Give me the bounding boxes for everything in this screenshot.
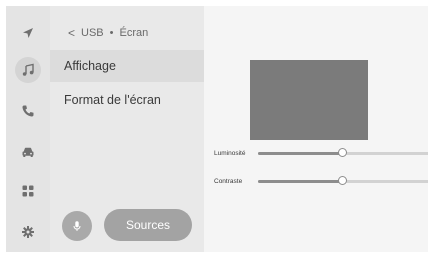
back-button[interactable]: < xyxy=(68,26,75,40)
music-icon xyxy=(22,63,34,76)
display-settings-panel: Luminosité Contraste xyxy=(204,6,428,252)
screen-preview xyxy=(250,60,368,140)
contrast-slider-handle[interactable] xyxy=(338,175,348,185)
menu-item-affichage[interactable]: Affichage xyxy=(50,50,204,82)
menu-item-format-ecran[interactable]: Format de l'écran xyxy=(50,84,204,116)
navigation-icon xyxy=(23,28,33,38)
phone-icon xyxy=(22,105,34,117)
breadcrumb: < USB • Écran xyxy=(68,26,148,40)
phone-button[interactable] xyxy=(15,98,41,124)
contrast-label: Contraste xyxy=(214,177,243,185)
brightness-slider-handle[interactable] xyxy=(338,147,348,157)
menu-panel: < USB • Écran Affichage Format de l'écra… xyxy=(50,6,204,252)
left-rail xyxy=(6,6,50,252)
brightness-slider-fill xyxy=(258,151,343,155)
contrast-slider[interactable] xyxy=(258,175,428,185)
car-icon xyxy=(22,147,34,157)
contrast-slider-row: Contraste xyxy=(214,175,428,187)
music-button[interactable] xyxy=(15,57,41,83)
car-button[interactable] xyxy=(15,139,41,165)
apps-grid-icon xyxy=(22,185,34,197)
sources-button[interactable]: Sources xyxy=(104,209,192,241)
contrast-slider-fill xyxy=(258,179,343,183)
apps-button[interactable] xyxy=(15,178,41,204)
menu-item-label: Affichage xyxy=(64,59,116,73)
settings-gear-icon xyxy=(22,226,34,238)
breadcrumb-page: Écran xyxy=(119,27,149,39)
brightness-label: Luminosité xyxy=(214,149,246,157)
brightness-slider-row: Luminosité xyxy=(214,147,428,159)
brightness-slider[interactable] xyxy=(258,147,428,157)
settings-button[interactable] xyxy=(15,219,41,245)
breadcrumb-source: USB xyxy=(81,27,104,39)
screen-frame: < USB • Écran Affichage Format de l'écra… xyxy=(6,6,428,252)
voice-button[interactable] xyxy=(62,211,92,241)
navigation-button[interactable] xyxy=(15,20,41,46)
microphone-icon xyxy=(73,221,81,231)
breadcrumb-separator: • xyxy=(109,27,114,39)
menu-item-label: Format de l'écran xyxy=(64,93,161,107)
